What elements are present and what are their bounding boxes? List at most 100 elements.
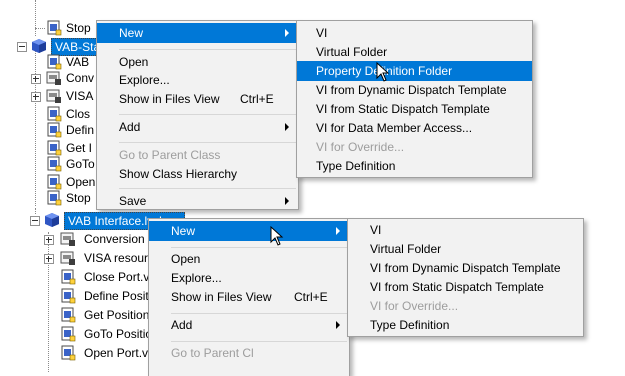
tree-guide-line <box>35 28 45 29</box>
vi-icon <box>46 156 62 172</box>
menu-item-show-class-hierarchy[interactable]: Show Class Hierarchy <box>97 164 298 184</box>
submenu-item-virtual-folder[interactable]: Virtual Folder <box>297 42 532 62</box>
class-cube-icon <box>31 38 47 54</box>
vi-icon <box>46 190 62 206</box>
vi-icon <box>60 307 76 323</box>
submenu-arrow-icon <box>285 197 289 205</box>
menu-item-label: Virtual Folder <box>316 45 388 59</box>
menu-item-add[interactable]: Add <box>97 117 298 137</box>
vi-icon <box>60 269 76 285</box>
tree-item-label: VISA resourc <box>84 251 155 265</box>
tree-guide-line <box>35 0 36 36</box>
tree-item-label: Close Port.vi <box>84 270 153 284</box>
submenu-arrow-icon <box>336 227 340 235</box>
menu-item-label: Type Definition <box>316 159 396 173</box>
mouse-pointer-icon <box>270 226 284 246</box>
menu-item-label: Show Class Hierarchy <box>119 167 238 181</box>
expand-icon[interactable] <box>31 74 41 84</box>
vi-icon <box>60 326 76 342</box>
menu-item-explore[interactable]: Explore... <box>97 70 298 90</box>
menu-item-label: VI from Dynamic Dispatch Template <box>316 83 507 97</box>
menu-item-go-to-parent-class[interactable]: Go to Parent Class <box>97 145 298 165</box>
menu-item-show-in-files-view[interactable]: Show in Files View Ctrl+E <box>149 287 349 307</box>
menu-item-go-to-parent-class[interactable]: Go to Parent Cl <box>149 343 349 363</box>
menu-item-label: Show in Files View <box>171 290 272 304</box>
control-icon <box>46 70 62 86</box>
menu-item-add[interactable]: Add <box>149 315 349 335</box>
menu-separator <box>119 49 296 50</box>
menu-item-explore[interactable]: Explore... <box>149 268 349 288</box>
submenu-item-vi-for-override[interactable]: VI for Override... <box>297 137 532 157</box>
menu-item-label: VI for Override... <box>370 299 459 313</box>
tree-item-label: Conv <box>66 71 95 85</box>
menu-item-label: VI from Static Dispatch Template <box>370 280 544 294</box>
menu-item-label: Show in Files View <box>119 92 220 106</box>
menu-item-label: Explore... <box>171 271 222 285</box>
menu-item-label: Add <box>171 318 193 332</box>
menu-item-shortcut: Ctrl+E <box>240 92 274 106</box>
submenu-item-type-definition[interactable]: Type Definition <box>297 156 532 176</box>
menu-item-label: VI for Data Member Access... <box>316 121 473 135</box>
submenu-item-vi-for-override[interactable]: VI for Override... <box>348 296 583 316</box>
tree-item-label: Open <box>66 175 96 189</box>
control-icon <box>46 88 62 104</box>
tree-item-label: Defin <box>66 123 95 137</box>
submenu-item-vi-static-dispatch[interactable]: VI from Static Dispatch Template <box>297 99 532 119</box>
top-new-submenu: VI Virtual Folder Property Definition Fo… <box>296 20 533 178</box>
vi-icon <box>46 106 62 122</box>
submenu-item-vi[interactable]: VI <box>348 220 583 240</box>
vi-icon <box>46 174 62 190</box>
bottom-project-tree: VAB Interface.lvclass Conversion I VISA … <box>0 208 185 375</box>
tree-item-label: Stop <box>66 191 91 205</box>
menu-item-shortcut: Ctrl+E <box>294 290 328 304</box>
control-icon <box>60 231 76 247</box>
menu-item-label: Virtual Folder <box>370 242 442 256</box>
tree-item-label: Stop <box>66 21 91 35</box>
menu-item-open[interactable]: Open <box>149 249 349 269</box>
submenu-arrow-icon <box>285 29 289 37</box>
tree-item-label: Define Positi <box>84 289 152 303</box>
bottom-new-submenu: VI Virtual Folder VI from Dynamic Dispat… <box>347 218 584 337</box>
submenu-item-vi[interactable]: VI <box>297 23 532 43</box>
vi-icon <box>46 140 62 156</box>
tree-guide-line <box>35 208 36 214</box>
menu-separator <box>171 341 347 342</box>
vi-icon <box>46 54 62 70</box>
menu-separator <box>119 114 296 115</box>
expand-icon[interactable] <box>31 92 41 102</box>
submenu-item-type-definition[interactable]: Type Definition <box>348 315 583 335</box>
tree-item-label: Get Position <box>84 308 150 322</box>
submenu-item-vi-data-member-access[interactable]: VI for Data Member Access... <box>297 118 532 138</box>
collapse-icon[interactable] <box>30 216 40 226</box>
tree-item-label: Clos <box>66 107 91 121</box>
menu-item-show-in-files-view[interactable]: Show in Files View Ctrl+E <box>97 89 298 109</box>
menu-separator <box>119 142 296 143</box>
submenu-item-vi-dynamic-dispatch[interactable]: VI from Dynamic Dispatch Template <box>297 80 532 100</box>
submenu-item-vi-dynamic-dispatch[interactable]: VI from Dynamic Dispatch Template <box>348 258 583 278</box>
tree-item-label: GoTo <box>66 157 95 171</box>
vi-icon <box>46 122 62 138</box>
menu-item-new[interactable]: New <box>149 221 349 241</box>
submenu-arrow-icon <box>336 321 340 329</box>
vi-icon <box>46 20 62 36</box>
submenu-item-vi-static-dispatch[interactable]: VI from Static Dispatch Template <box>348 277 583 297</box>
menu-separator <box>171 313 347 314</box>
menu-item-open[interactable]: Open <box>97 52 298 72</box>
menu-item-label: VI <box>316 26 328 40</box>
tree-item-label: Conversion I <box>84 232 152 246</box>
expand-icon[interactable] <box>44 254 54 264</box>
submenu-item-virtual-folder[interactable]: Virtual Folder <box>348 239 583 259</box>
tree-item-label: Get I <box>66 141 93 155</box>
submenu-item-property-definition-folder[interactable]: Property Definition Folder <box>297 61 532 81</box>
menu-item-label: VI for Override... <box>316 140 405 154</box>
tree-guide-line <box>48 232 49 372</box>
vi-icon <box>60 345 76 361</box>
tree-item-label: GoTo Positio <box>84 327 153 341</box>
menu-item-label: VI <box>370 223 382 237</box>
collapse-icon[interactable] <box>17 42 27 52</box>
expand-icon[interactable] <box>44 235 54 245</box>
top-context-menu: New Open Explore... Show in Files View Ct… <box>96 20 299 210</box>
tree-item-label: VISA <box>66 89 94 103</box>
class-cube-icon <box>44 212 60 228</box>
menu-item-new[interactable]: New <box>97 23 298 43</box>
